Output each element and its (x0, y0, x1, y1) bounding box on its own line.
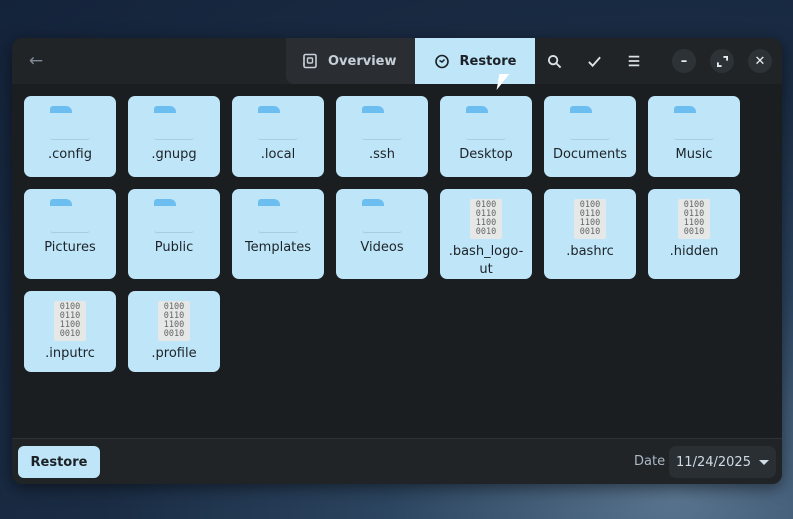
tab-overview[interactable]: Overview (286, 38, 415, 84)
folder-item[interactable]: .ssh (336, 96, 428, 177)
header-bar: ← Overview Restore – ✕ (12, 38, 782, 84)
item-label: .local (260, 147, 296, 162)
item-label: Music (675, 147, 713, 162)
close-button[interactable]: ✕ (748, 49, 772, 73)
file-item[interactable]: 0100 0110 1100 0010 .inputrc (24, 291, 116, 372)
check-icon (587, 56, 601, 67)
file-item[interactable]: 0100 0110 1100 0010 .hidden (648, 189, 740, 279)
folder-icon (466, 106, 506, 140)
item-label: .hidden (669, 244, 719, 259)
item-label: .gnupg (151, 147, 197, 162)
item-label: .bashrc (566, 244, 614, 259)
binary-file-icon: 0100 0110 1100 0010 (158, 301, 190, 341)
maximize-icon (716, 55, 728, 67)
tab-restore[interactable]: Restore (414, 38, 536, 84)
folder-icon (258, 106, 298, 140)
folder-icon (674, 106, 714, 140)
item-label: Templates (244, 240, 312, 255)
folder-icon (154, 106, 194, 140)
folder-item[interactable]: Desktop (440, 96, 532, 177)
folder-item[interactable]: Videos (336, 189, 428, 279)
overview-icon (303, 53, 317, 69)
folder-item[interactable]: Documents (544, 96, 636, 177)
search-button[interactable] (544, 51, 564, 71)
item-label: .inputrc (45, 346, 95, 361)
minimize-icon: – (680, 53, 688, 69)
binary-file-icon: 0100 0110 1100 0010 (574, 199, 606, 239)
folder-item[interactable]: .config (24, 96, 116, 177)
file-item[interactable]: 0100 0110 1100 0010 .bash_logo-ut (440, 189, 532, 279)
menu-button[interactable] (624, 51, 644, 71)
item-label: Desktop (459, 147, 513, 162)
item-label: Public (154, 240, 194, 255)
binary-file-icon: 0100 0110 1100 0010 (470, 199, 502, 239)
select-button[interactable] (584, 51, 604, 71)
caret-down-icon (758, 459, 769, 465)
folder-icon (50, 106, 90, 140)
binary-file-icon: 0100 0110 1100 0010 (678, 199, 710, 239)
date-label: Date (634, 454, 666, 469)
folder-item[interactable]: Pictures (24, 189, 116, 279)
file-item[interactable]: 0100 0110 1100 0010 .profile (128, 291, 220, 372)
footer-bar: Restore Date 11/24/2025 (12, 438, 782, 484)
item-label: .config (48, 147, 92, 162)
item-label: .profile (151, 346, 197, 361)
clock-icon (434, 54, 449, 69)
menu-icon (628, 55, 640, 67)
binary-file-icon: 0100 0110 1100 0010 (54, 301, 86, 341)
item-label: .bash_logo-ut (448, 244, 524, 277)
date-picker[interactable]: 11/24/2025 (669, 446, 776, 478)
date-value: 11/24/2025 (676, 454, 751, 470)
item-label: Documents (552, 147, 628, 162)
close-icon: ✕ (754, 53, 766, 69)
search-icon (547, 54, 561, 68)
app-window: ← Overview Restore – ✕ .config .gnupg .loc… (12, 38, 782, 484)
restore-button[interactable]: Restore (18, 446, 100, 478)
item-label: Videos (360, 240, 404, 255)
folder-item[interactable]: .local (232, 96, 324, 177)
folder-item[interactable]: Music (648, 96, 740, 177)
folder-item[interactable]: Templates (232, 189, 324, 279)
minimize-button[interactable]: – (672, 49, 696, 73)
maximize-button[interactable] (710, 49, 734, 73)
item-label: Pictures (44, 240, 96, 255)
file-item[interactable]: 0100 0110 1100 0010 .bashrc (544, 189, 636, 279)
file-grid: .config .gnupg .local .ssh Desktop Documents M… (24, 96, 770, 372)
back-arrow-icon[interactable]: ← (26, 51, 46, 71)
folder-icon (154, 199, 194, 233)
tab-overview-label: Overview (328, 53, 397, 69)
folder-icon (258, 199, 298, 233)
folder-item[interactable]: .gnupg (128, 96, 220, 177)
tab-restore-label: Restore (459, 53, 517, 69)
folder-icon (570, 106, 610, 140)
folder-icon (50, 199, 90, 233)
folder-icon (362, 199, 402, 233)
folder-item[interactable]: Public (128, 189, 220, 279)
item-label: .ssh (369, 147, 395, 162)
folder-icon (362, 106, 402, 140)
